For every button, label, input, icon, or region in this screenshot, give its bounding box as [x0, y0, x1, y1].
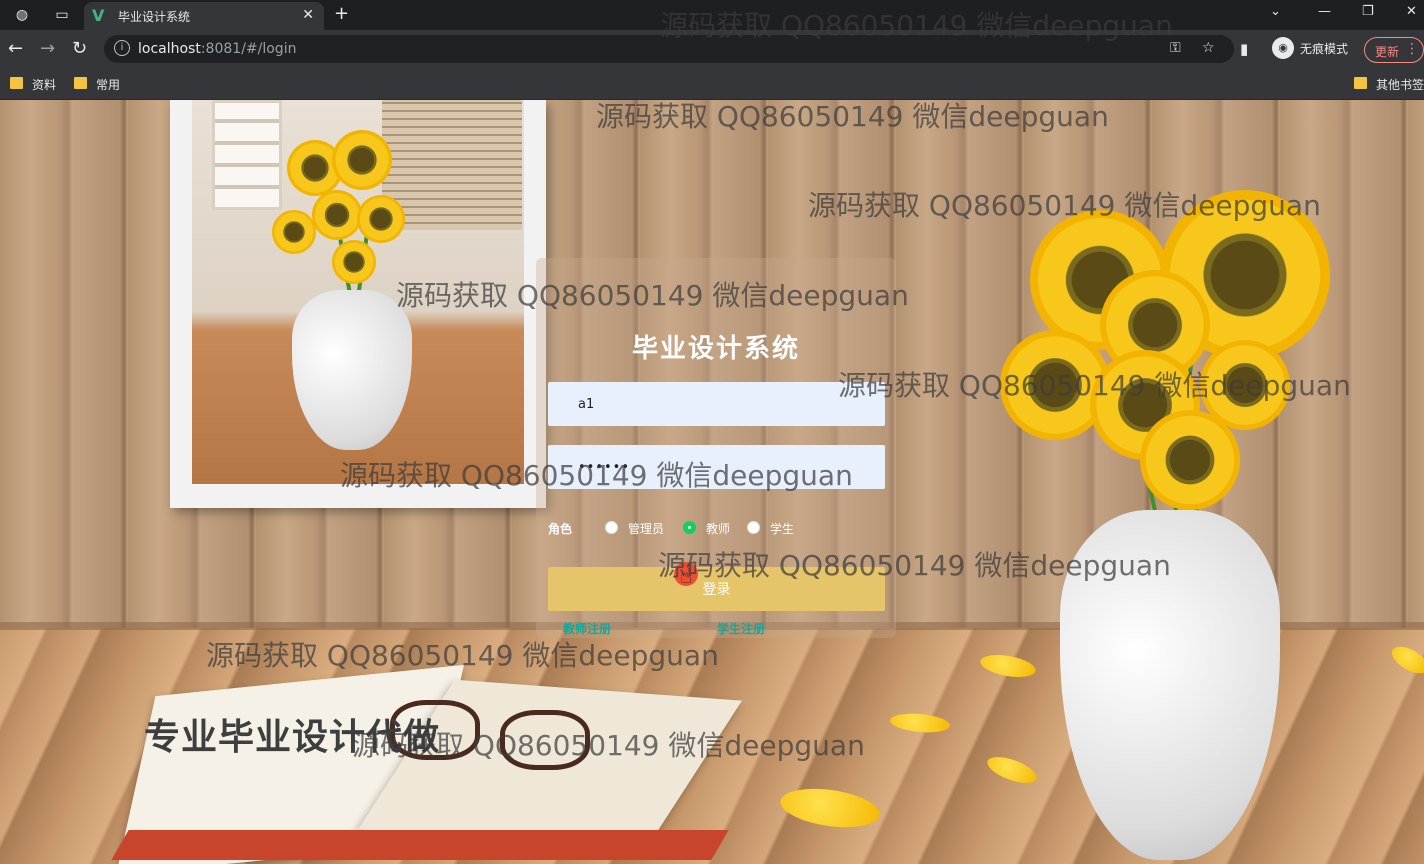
slogan-text: 专业毕业设计代做	[144, 717, 441, 758]
sunflower-image	[332, 130, 392, 190]
update-label: 更新	[1375, 45, 1400, 59]
browser-tab-bar: ◍ ▭ V 毕业设计系统 ✕ + ⌄ — ❐ ✕	[0, 0, 1424, 30]
star-icon[interactable]: ☆	[1202, 40, 1215, 56]
frame-painting	[192, 100, 524, 484]
back-icon[interactable]: ←	[8, 38, 23, 59]
username-input[interactable]	[548, 382, 885, 426]
radio-admin[interactable]	[605, 521, 618, 534]
update-button[interactable]: 更新 ⋮	[1364, 37, 1424, 63]
radio-student[interactable]	[747, 521, 760, 534]
other-bookmarks-label: 其他书签	[1376, 78, 1424, 92]
password-input[interactable]	[548, 445, 885, 489]
sunflower-image	[332, 240, 376, 284]
glasses-lens	[500, 710, 590, 770]
address-toolbar: ← → ↻ i localhost:8081/#/login ⚿ ☆ ▮ ◉ 无…	[0, 30, 1424, 68]
globe-icon[interactable]: ◍	[12, 5, 32, 25]
url-text: localhost:8081/#/login	[138, 41, 296, 57]
bookmark-label: 资料	[32, 78, 57, 92]
url-host: localhost	[138, 41, 201, 57]
close-icon[interactable]: ✕	[302, 7, 314, 23]
minimize-icon[interactable]: —	[1318, 4, 1331, 19]
folder-icon	[10, 77, 23, 89]
login-button[interactable]: 登录	[548, 567, 885, 611]
role-label: 角色	[548, 522, 573, 536]
login-title: 毕业设计系统	[631, 334, 800, 364]
key-icon[interactable]: ⚿	[1170, 40, 1181, 56]
radio-teacher-label[interactable]: 教师	[706, 520, 730, 537]
url-path: :8081/#/login	[200, 41, 297, 57]
mouse-cursor-icon	[674, 562, 698, 588]
vase-image	[292, 290, 412, 450]
forward-icon[interactable]: →	[40, 38, 55, 59]
teacher-register-link[interactable]: 教师注册	[563, 620, 611, 637]
student-register-link[interactable]: 学生注册	[717, 620, 765, 637]
tab-title: 毕业设计系统	[118, 10, 191, 24]
incognito-label: 无痕模式	[1300, 42, 1349, 56]
role-selector: 角色 管理员 教师 学生	[548, 518, 888, 538]
chevron-down-icon[interactable]: ⌄	[1270, 4, 1281, 19]
info-icon[interactable]: i	[114, 40, 130, 56]
folder-icon	[1354, 77, 1367, 89]
sunflower-image	[357, 195, 405, 243]
incognito-icon: ◉	[1272, 37, 1294, 59]
radio-student-label[interactable]: 学生	[770, 520, 794, 537]
radio-admin-label[interactable]: 管理员	[628, 520, 664, 537]
window-close-icon[interactable]: ✕	[1406, 4, 1417, 19]
maximize-icon[interactable]: ❐	[1362, 4, 1374, 19]
window-icon[interactable]: ▭	[52, 5, 72, 25]
plus-icon[interactable]: +	[334, 3, 349, 24]
bookmark-label: 常用	[96, 78, 121, 92]
sidebar-icon[interactable]: ▮	[1240, 40, 1248, 58]
bookmarks-bar: 资料 常用 其他书签	[0, 68, 1424, 100]
reload-icon[interactable]: ↻	[72, 38, 87, 59]
book-cover	[111, 830, 729, 860]
browser-tab[interactable]: V 毕业设计系统 ✕	[84, 2, 324, 30]
omnibox[interactable]: i localhost:8081/#/login ⚿ ☆	[104, 35, 1234, 63]
sunflower-image	[1140, 410, 1240, 510]
more-icon[interactable]: ⋮	[1405, 41, 1419, 57]
sunflower-image	[272, 210, 316, 254]
login-page: 专业毕业设计代做 毕业设计系统 角色 管理员 教师 学生 登录 教师注册 学生注…	[0, 100, 1424, 864]
folder-icon	[74, 77, 87, 89]
background-picture-frame	[170, 100, 546, 508]
radio-teacher[interactable]	[683, 521, 696, 534]
painted-window	[212, 100, 282, 210]
vue-logo-icon: V	[92, 6, 105, 25]
sunflower-image	[312, 190, 362, 240]
